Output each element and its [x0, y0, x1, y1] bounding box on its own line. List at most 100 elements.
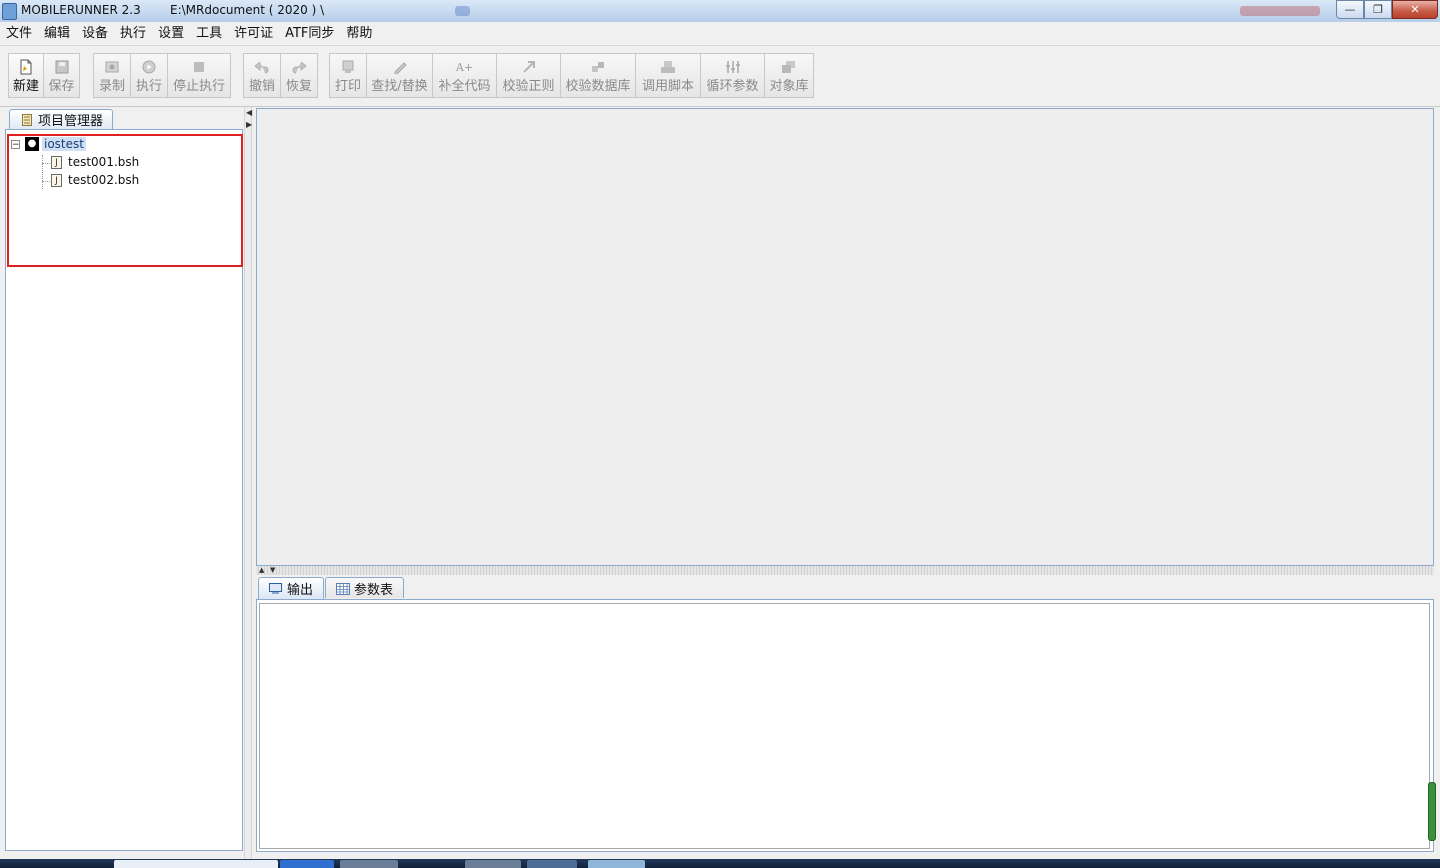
- taskbar-item[interactable]: [465, 860, 521, 868]
- menu-edit[interactable]: 编辑: [38, 23, 76, 45]
- print-button-label: 打印: [334, 79, 361, 94]
- run-button[interactable]: 执行: [131, 53, 168, 98]
- redo-button[interactable]: 恢复: [281, 53, 318, 98]
- tab-parameter-table-label: 参数表: [354, 582, 394, 598]
- editor-area[interactable]: [256, 108, 1434, 566]
- tab-output[interactable]: 输出: [258, 577, 325, 599]
- taskbar-item[interactable]: [280, 860, 334, 868]
- undo-icon: [254, 59, 270, 75]
- db-check-button-label: 校验数据库: [565, 79, 631, 94]
- menu-run[interactable]: 执行: [114, 23, 152, 45]
- table-icon: [336, 582, 351, 595]
- loop-params-button[interactable]: 循环参数: [701, 53, 765, 98]
- tab-parameter-table[interactable]: 参数表: [325, 577, 405, 598]
- tree-root-row[interactable]: − ● iostest: [11, 137, 86, 151]
- scrollbar-thumb[interactable]: [1428, 782, 1436, 841]
- object-library-icon: [781, 59, 797, 75]
- find-replace-button[interactable]: 查找/替换: [367, 53, 433, 98]
- record-button[interactable]: 录制: [93, 53, 131, 98]
- object-library-button[interactable]: 对象库: [765, 53, 814, 98]
- taskbar-item[interactable]: [527, 860, 577, 868]
- menu-help[interactable]: 帮助: [340, 23, 378, 45]
- taskbar-item[interactable]: [588, 860, 645, 868]
- loop-params-icon: [725, 59, 741, 75]
- window-controls: — ❐ ✕: [1336, 0, 1438, 19]
- window-path: E:\MRdocument ( 2020 ) \: [170, 3, 325, 17]
- tree-file-item[interactable]: J test001.bsh: [51, 155, 139, 169]
- tab-project-manager-label: 项目管理器: [38, 114, 104, 129]
- redo-button-label: 恢复: [285, 79, 312, 94]
- menu-license[interactable]: 许可证: [228, 23, 279, 45]
- loop-params-button-label: 循环参数: [706, 79, 759, 94]
- window-title: MOBILERUNNER 2.3: [21, 3, 141, 17]
- menu-file[interactable]: 文件: [0, 23, 38, 45]
- app-logo-icon: [2, 3, 17, 20]
- toolbar-group-file: 新建 保存: [8, 53, 80, 100]
- toolbar-group-run: 录制 执行 停止执行: [93, 53, 231, 100]
- minimize-button[interactable]: —: [1336, 0, 1364, 19]
- project-manager-icon: [22, 113, 32, 126]
- menu-bar: 文件 编辑 设备 执行 设置 工具 许可证 ATF同步 帮助: [0, 22, 1440, 46]
- tree-root-label: iostest: [42, 137, 86, 151]
- call-script-button-label: 调用脚本: [641, 79, 694, 94]
- autocomplete-button-label: 补全代码: [438, 79, 491, 94]
- taskbar-item[interactable]: [340, 860, 398, 868]
- redo-icon: [291, 59, 307, 75]
- vertical-splitter[interactable]: ◀ ▶: [244, 107, 252, 859]
- menu-device[interactable]: 设备: [76, 23, 114, 45]
- save-icon: [54, 59, 70, 75]
- menu-settings[interactable]: 设置: [152, 23, 190, 45]
- menu-atf-sync[interactable]: ATF同步: [279, 23, 340, 45]
- toolbar: 新建 保存 录制 执行 停止执行 撤销 恢复 打印 查找/替换 A+ 补全代码 …: [0, 46, 1440, 107]
- collapse-up-icon[interactable]: ▲: [259, 566, 264, 574]
- new-button-label: 新建: [12, 79, 39, 94]
- regex-check-button[interactable]: 校验正则: [497, 53, 561, 98]
- output-panel: [256, 599, 1434, 852]
- tab-project-manager[interactable]: 项目管理器: [9, 109, 113, 129]
- tree-file-label: test001.bsh: [68, 155, 140, 169]
- new-button[interactable]: 新建: [8, 53, 44, 98]
- find-replace-icon: [392, 59, 408, 75]
- save-button-label: 保存: [48, 79, 75, 94]
- print-button[interactable]: 打印: [329, 53, 367, 98]
- apple-project-icon: ●: [25, 137, 39, 151]
- tree-file-label: test002.bsh: [68, 173, 140, 187]
- call-script-button[interactable]: 调用脚本: [636, 53, 701, 98]
- save-button[interactable]: 保存: [44, 53, 80, 98]
- background-tab-ghost: [1240, 6, 1320, 16]
- undo-button-label: 撤销: [248, 79, 275, 94]
- java-file-icon: J: [51, 173, 62, 187]
- java-file-icon: J: [51, 155, 62, 169]
- maximize-button[interactable]: ❐: [1364, 0, 1392, 19]
- tree-connector: [42, 163, 50, 164]
- collapse-toggle[interactable]: −: [11, 139, 20, 149]
- tab-output-label: 输出: [287, 583, 314, 598]
- expand-down-icon[interactable]: ▼: [270, 566, 275, 574]
- undo-button[interactable]: 撤销: [243, 53, 281, 98]
- output-text-area[interactable]: [259, 603, 1430, 849]
- expand-right-icon[interactable]: ▶: [246, 121, 252, 129]
- toolbar-group-tools: 打印 查找/替换 A+ 补全代码 校验正则 校验数据库 调用脚本 循环参数 对象: [329, 53, 814, 100]
- find-replace-button-label: 查找/替换: [371, 79, 428, 94]
- autocomplete-button[interactable]: A+ 补全代码: [433, 53, 497, 98]
- stop-run-button-label: 停止执行: [172, 79, 225, 94]
- db-check-icon: [590, 59, 606, 75]
- object-library-button-label: 对象库: [769, 79, 809, 94]
- regex-check-button-label: 校验正则: [502, 79, 555, 94]
- db-check-button[interactable]: 校验数据库: [561, 53, 636, 98]
- background-tab-ghost: [455, 6, 470, 16]
- horizontal-splitter[interactable]: ▲ ▼: [256, 566, 1434, 575]
- project-tree: − ● iostest J test001.bsh J test002.bsh: [5, 129, 243, 851]
- print-icon: [340, 59, 356, 75]
- bottom-panel-tabs: 输出 参数表: [258, 577, 405, 599]
- tree-highlight-box: [7, 134, 243, 267]
- menu-tools[interactable]: 工具: [190, 23, 228, 45]
- close-button[interactable]: ✕: [1392, 0, 1438, 19]
- console-icon: [269, 583, 282, 594]
- taskbar-item[interactable]: [114, 860, 278, 868]
- tree-file-item[interactable]: J test002.bsh: [51, 173, 139, 187]
- record-icon: [104, 59, 120, 75]
- collapse-left-icon[interactable]: ◀: [246, 109, 252, 117]
- play-icon: [141, 59, 157, 75]
- stop-run-button[interactable]: 停止执行: [168, 53, 231, 98]
